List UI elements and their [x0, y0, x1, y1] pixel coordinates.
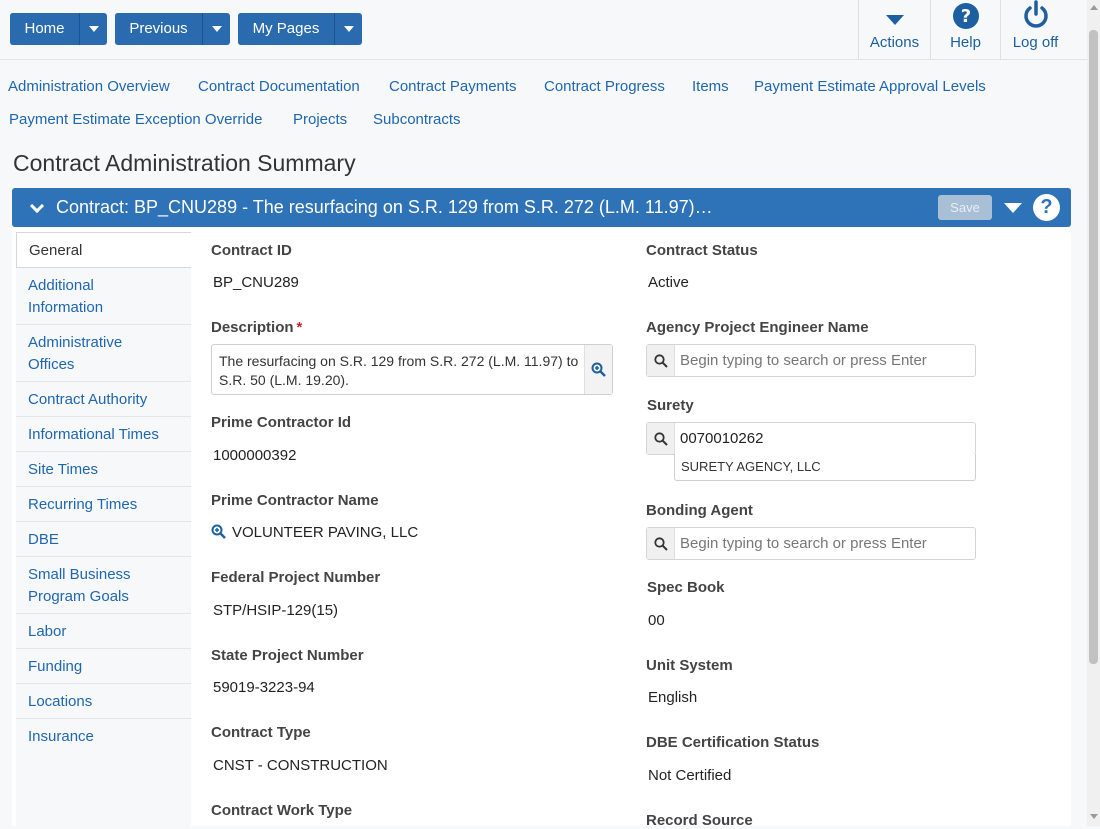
- nav-link-contract-progress[interactable]: Contract Progress: [544, 78, 665, 95]
- help-icon: ?: [931, 0, 1000, 30]
- save-button[interactable]: Save: [938, 195, 992, 220]
- page-scrollbar[interactable]: [1087, 0, 1100, 826]
- nav-link-items[interactable]: Items: [692, 78, 729, 95]
- sidebar-item-locations[interactable]: Locations: [16, 684, 191, 719]
- chevron-down-icon: [343, 26, 354, 32]
- zoom-in-icon[interactable]: [584, 345, 612, 394]
- surety-search-input[interactable]: 0070010262: [646, 422, 976, 455]
- surety-value[interactable]: 0070010262: [680, 430, 763, 447]
- help-button[interactable]: ? Help: [930, 0, 1000, 60]
- prime-contractor-id-label: Prime Contractor Id: [211, 414, 352, 431]
- spec-book-label: Spec Book: [647, 579, 725, 596]
- scrollbar-thumb[interactable]: [1089, 30, 1098, 664]
- chevron-down-icon[interactable]: [29, 198, 45, 214]
- nav-link-projects[interactable]: Projects: [293, 111, 347, 128]
- log-off-button[interactable]: Log off: [1000, 0, 1070, 60]
- sidebar-item-recurring-times[interactable]: Recurring Times: [16, 487, 191, 522]
- contract-status-value: Active: [648, 274, 689, 291]
- panel-menu-caret-icon[interactable]: [1004, 203, 1022, 213]
- actions-label: Actions: [869, 34, 920, 51]
- sidebar-item-contract-authority[interactable]: Contract Authority: [16, 382, 191, 417]
- actions-button[interactable]: Actions: [858, 0, 930, 60]
- sidebar-item-dbe[interactable]: DBE: [16, 522, 191, 557]
- contract-type-value: CNST - CONSTRUCTION: [213, 757, 388, 774]
- search-icon[interactable]: [647, 345, 675, 376]
- contract-work-type-label: Contract Work Type: [211, 802, 353, 819]
- power-icon: [1001, 0, 1070, 30]
- panel-help-icon[interactable]: ?: [1033, 194, 1060, 221]
- home-split-button[interactable]: Home: [10, 13, 107, 45]
- svg-text:?: ?: [960, 6, 970, 27]
- section-sidebar: General Additional Information Administr…: [16, 232, 191, 754]
- chevron-down-icon: [211, 26, 222, 32]
- home-button[interactable]: Home: [10, 13, 79, 45]
- nav-link-payment-estimate-exception-override[interactable]: Payment Estimate Exception Override: [9, 111, 262, 128]
- search-icon[interactable]: [647, 423, 675, 454]
- contract-id-label: Contract ID: [211, 242, 292, 259]
- previous-button[interactable]: Previous: [115, 13, 202, 45]
- record-source-label: Record Source: [646, 812, 753, 829]
- nav-link-contract-payments[interactable]: Contract Payments: [389, 78, 517, 95]
- agency-engineer-placeholder: Begin typing to search or press Enter: [680, 352, 927, 369]
- nav-link-administration-overview[interactable]: Administration Overview: [8, 78, 170, 95]
- surety-label: Surety: [647, 397, 694, 414]
- prime-contractor-id-value: 1000000392: [213, 447, 297, 464]
- bonding-agent-search-input[interactable]: Begin typing to search or press Enter: [646, 527, 976, 560]
- home-dropdown-toggle[interactable]: [79, 13, 107, 45]
- scroll-down-icon[interactable]: [1090, 814, 1098, 819]
- state-project-number-value: 59019-3223-94: [213, 679, 315, 696]
- previous-split-button[interactable]: Previous: [115, 13, 230, 45]
- contract-panel-title: Contract: BP_CNU289 - The resurfacing on…: [56, 197, 713, 217]
- bonding-agent-placeholder: Begin typing to search or press Enter: [680, 535, 927, 552]
- contract-type-label: Contract Type: [211, 724, 311, 741]
- sidebar-item-funding[interactable]: Funding: [16, 649, 191, 684]
- description-field[interactable]: The resurfacing on S.R. 129 from S.R. 27…: [211, 344, 613, 395]
- unit-system-value: English: [648, 689, 698, 706]
- sidebar-item-administrative-offices[interactable]: Administrative Offices: [16, 325, 191, 382]
- nav-link-subcontracts[interactable]: Subcontracts: [373, 111, 461, 128]
- sidebar-item-insurance[interactable]: Insurance: [16, 719, 191, 754]
- state-project-number-label: State Project Number: [211, 647, 364, 664]
- contract-id-value: BP_CNU289: [213, 274, 299, 291]
- federal-project-number-label: Federal Project Number: [211, 569, 381, 586]
- contract-panel-header: Contract: BP_CNU289 - The resurfacing on…: [12, 188, 1071, 227]
- caret-down-icon: [859, 0, 930, 26]
- top-toolbar: Home Previous My Pages Actions ? Help Lo…: [0, 0, 1087, 60]
- log-off-label: Log off: [1012, 34, 1059, 51]
- description-label-text: Description: [211, 319, 294, 336]
- my-pages-split-button[interactable]: My Pages: [238, 13, 362, 45]
- agency-engineer-search-input[interactable]: Begin typing to search or press Enter: [646, 344, 976, 377]
- zoom-in-icon[interactable]: [211, 524, 226, 544]
- sidebar-item-labor[interactable]: Labor: [16, 614, 191, 649]
- contract-status-label: Contract Status: [646, 242, 758, 259]
- chevron-down-icon: [88, 26, 99, 32]
- description-label: Description *: [211, 319, 302, 336]
- page-title: Contract Administration Summary: [13, 150, 356, 176]
- description-text[interactable]: The resurfacing on S.R. 129 from S.R. 27…: [219, 352, 579, 390]
- federal-project-number-value: STP/HSIP-129(15): [213, 602, 339, 619]
- nav-link-payment-estimate-approval-levels[interactable]: Payment Estimate Approval Levels: [754, 78, 986, 95]
- sidebar-item-informational-times[interactable]: Informational Times: [16, 417, 191, 452]
- dbe-status-value: Not Certified: [648, 767, 732, 784]
- my-pages-button[interactable]: My Pages: [238, 13, 334, 45]
- sidebar-item-small-business-program-goals[interactable]: Small Business Program Goals: [16, 557, 191, 614]
- spec-book-value: 00: [648, 612, 665, 629]
- bonding-agent-label: Bonding Agent: [646, 502, 753, 519]
- sidebar-item-site-times[interactable]: Site Times: [16, 452, 191, 487]
- dbe-status-label: DBE Certification Status: [646, 734, 820, 751]
- prime-contractor-name-value: VOLUNTEER PAVING, LLC: [232, 524, 419, 541]
- prime-contractor-name-label: Prime Contractor Name: [211, 492, 379, 509]
- sidebar-item-general[interactable]: General: [16, 232, 191, 268]
- previous-dropdown-toggle[interactable]: [202, 13, 230, 45]
- my-pages-dropdown-toggle[interactable]: [334, 13, 362, 45]
- sidebar-item-additional-information[interactable]: Additional Information: [16, 268, 191, 325]
- surety-name: SURETY AGENCY, LLC: [674, 454, 976, 481]
- required-marker: *: [296, 319, 303, 336]
- agency-engineer-label: Agency Project Engineer Name: [646, 319, 869, 336]
- scroll-up-icon[interactable]: [1090, 5, 1098, 10]
- search-icon[interactable]: [647, 528, 675, 559]
- nav-link-contract-documentation[interactable]: Contract Documentation: [198, 78, 360, 95]
- unit-system-label: Unit System: [646, 657, 733, 674]
- help-label: Help: [950, 34, 981, 51]
